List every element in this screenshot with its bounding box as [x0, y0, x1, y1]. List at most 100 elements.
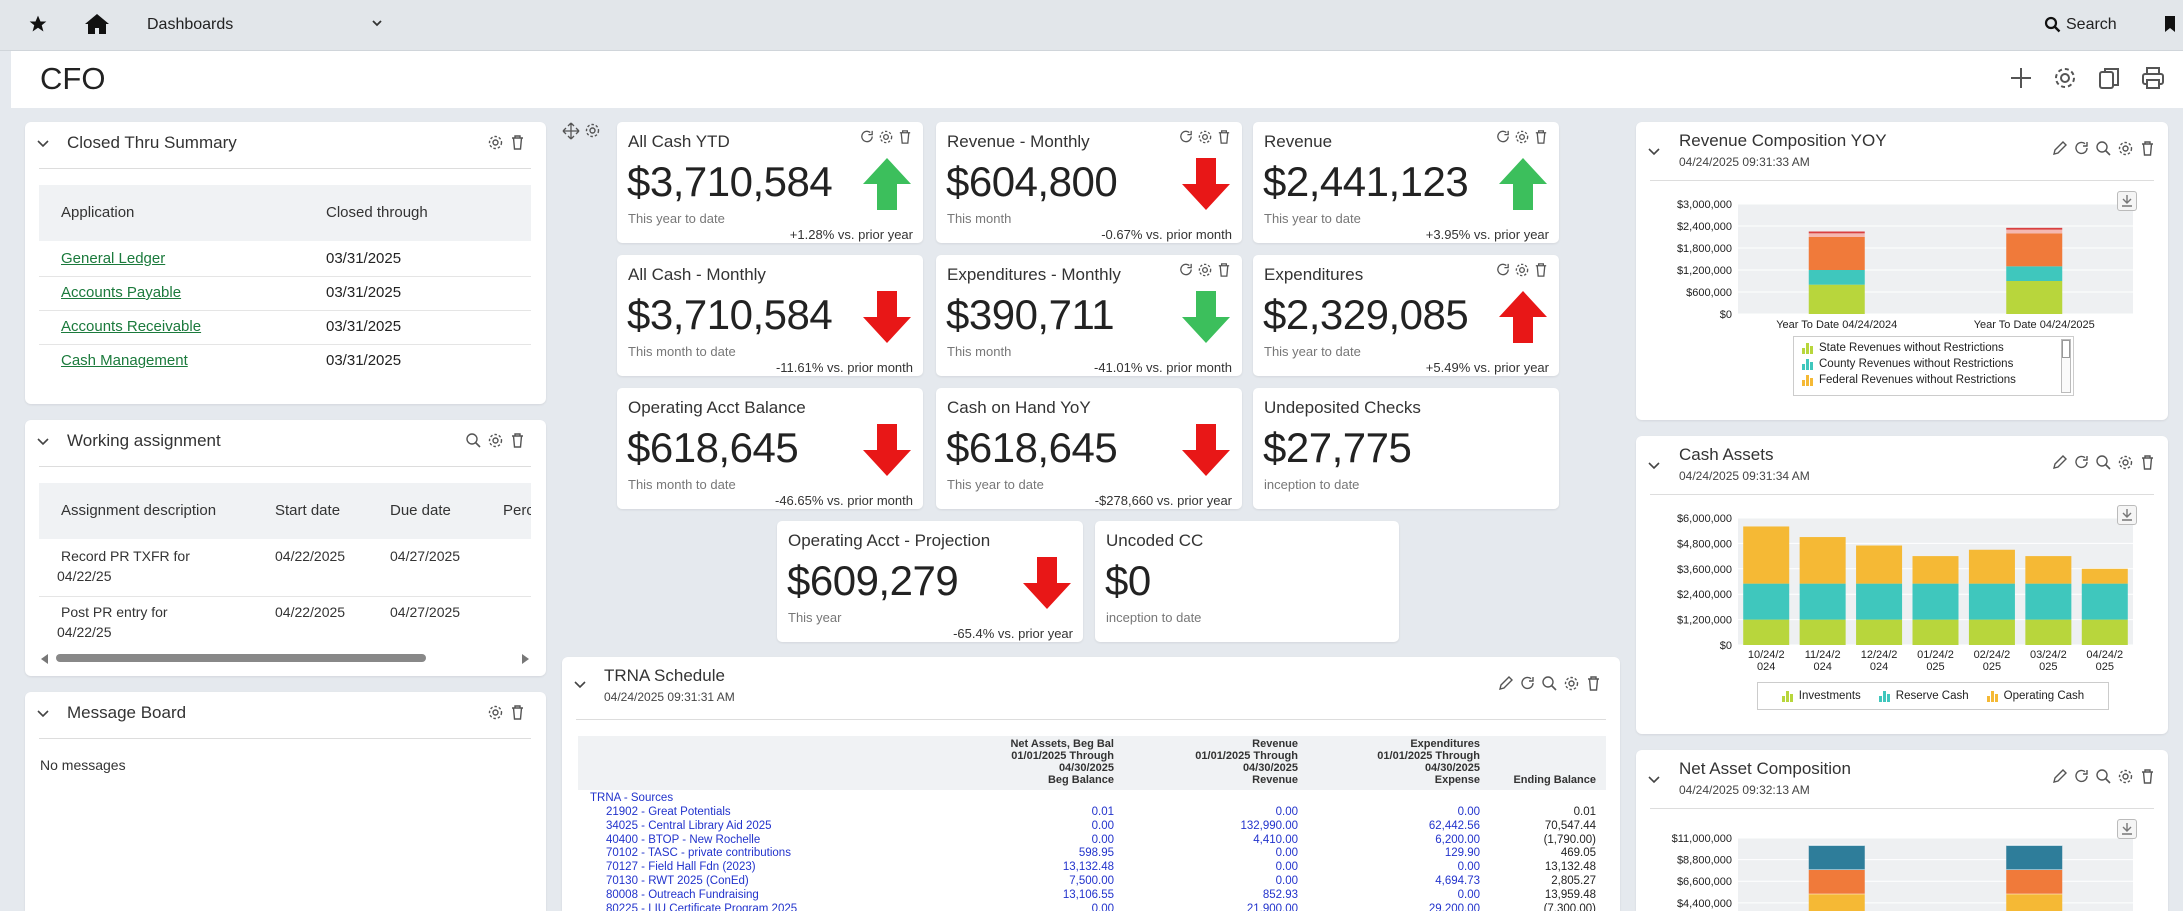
- bar-segment[interactable]: [1856, 583, 1903, 620]
- download-icon[interactable]: [2117, 505, 2137, 525]
- report-row-label[interactable]: 80008 - Outreach Fundraising: [606, 889, 759, 901]
- search-icon[interactable]: [2095, 768, 2112, 785]
- collapse-chevron-icon[interactable]: [573, 677, 589, 693]
- bar-segment[interactable]: [1808, 845, 1865, 870]
- legend-item[interactable]: State Revenues without Restrictions: [1802, 342, 2065, 354]
- bar-segment[interactable]: [1799, 583, 1846, 620]
- legend-scrollbar[interactable]: [2061, 339, 2071, 393]
- gear-icon[interactable]: [487, 704, 504, 721]
- kpi-card[interactable]: Cash on Hand YoY $618,645 This year to dat…: [936, 388, 1242, 509]
- gear-icon[interactable]: [1563, 675, 1580, 692]
- refresh-icon[interactable]: [1178, 129, 1194, 150]
- legend-item[interactable]: Reserve Cash: [1878, 690, 1969, 702]
- trash-icon[interactable]: [509, 432, 526, 449]
- gear-icon[interactable]: [487, 134, 504, 151]
- bar-segment[interactable]: [1808, 284, 1865, 314]
- legend-item[interactable]: Federal Revenues without Restrictions: [1802, 374, 2065, 386]
- collapse-chevron-icon[interactable]: [36, 136, 52, 152]
- scrollbar-thumb[interactable]: [56, 654, 426, 662]
- link-accounts-receivable[interactable]: Accounts Receivable: [61, 318, 201, 335]
- bar-segment[interactable]: [1968, 619, 2015, 645]
- bar-segment[interactable]: [2006, 229, 2063, 234]
- legend-item[interactable]: Operating Cash: [1986, 690, 2084, 702]
- pencil-icon[interactable]: [2051, 140, 2068, 157]
- collapse-chevron-icon[interactable]: [1647, 458, 1663, 474]
- kpi-card[interactable]: Undeposited Checks $27,775 inception to da…: [1253, 388, 1559, 509]
- gear-icon[interactable]: [584, 122, 601, 144]
- refresh-icon[interactable]: [2073, 454, 2090, 471]
- home-icon[interactable]: [84, 12, 110, 41]
- add-icon[interactable]: [2008, 65, 2036, 93]
- legend-item[interactable]: Investments: [1781, 690, 1861, 702]
- bar-segment[interactable]: [2006, 233, 2063, 267]
- trash-icon[interactable]: [2139, 768, 2156, 785]
- search-icon[interactable]: [2095, 454, 2112, 471]
- trash-icon[interactable]: [1533, 129, 1549, 150]
- trash-icon[interactable]: [509, 704, 526, 721]
- trash-icon[interactable]: [509, 134, 526, 151]
- trash-icon[interactable]: [1216, 129, 1232, 150]
- bar-segment[interactable]: [1808, 237, 1865, 270]
- bar-segment[interactable]: [2025, 556, 2072, 584]
- gear-icon[interactable]: [487, 432, 504, 449]
- trash-icon[interactable]: [2139, 454, 2156, 471]
- trash-icon[interactable]: [897, 129, 913, 150]
- gear-icon[interactable]: [1197, 129, 1213, 150]
- search-icon[interactable]: [2095, 140, 2112, 157]
- trash-icon[interactable]: [2139, 140, 2156, 157]
- refresh-icon[interactable]: [1495, 129, 1511, 150]
- bar-segment[interactable]: [2006, 893, 2063, 911]
- collapse-chevron-icon[interactable]: [1647, 772, 1663, 788]
- copy-icon[interactable]: [2096, 65, 2124, 93]
- link-general-ledger[interactable]: General Ledger: [61, 250, 165, 267]
- collapse-chevron-icon[interactable]: [36, 434, 52, 450]
- bar-segment[interactable]: [2025, 583, 2072, 620]
- bar-segment[interactable]: [1808, 270, 1865, 285]
- kpi-card[interactable]: Operating Acct - Projection $609,279 This …: [777, 521, 1083, 642]
- kpi-card[interactable]: Revenue - Monthly $604,800 This month -0.67…: [936, 122, 1242, 243]
- bar-segment[interactable]: [2081, 583, 2128, 620]
- report-row-label[interactable]: 34025 - Central Library Aid 2025: [606, 820, 772, 832]
- refresh-icon[interactable]: [2073, 140, 2090, 157]
- report-row-label[interactable]: 70130 - RWT 2025 (ConEd): [606, 875, 749, 887]
- trash-icon[interactable]: [1216, 262, 1232, 283]
- scroll-left-icon[interactable]: [41, 654, 48, 664]
- bar-segment[interactable]: [1808, 233, 1865, 237]
- report-row-label[interactable]: 70102 - TASC - private contributions: [606, 847, 791, 859]
- gear-icon[interactable]: [2117, 140, 2134, 157]
- bar-segment[interactable]: [1968, 583, 2015, 620]
- report-row-label[interactable]: 70127 - Field Hall Fdn (2023): [606, 861, 756, 873]
- collapse-chevron-icon[interactable]: [1647, 144, 1663, 160]
- pencil-icon[interactable]: [2051, 454, 2068, 471]
- bar-segment[interactable]: [1856, 619, 1903, 645]
- kpi-card[interactable]: All Cash YTD $3,710,584 This year to date +…: [617, 122, 923, 243]
- bar-segment[interactable]: [2081, 619, 2128, 645]
- bar-segment[interactable]: [1808, 869, 1865, 894]
- bar-segment[interactable]: [1856, 545, 1903, 584]
- print-icon[interactable]: [2140, 65, 2168, 93]
- favorites-star-icon[interactable]: [28, 14, 48, 39]
- trash-icon[interactable]: [1585, 675, 1602, 692]
- report-row-label[interactable]: 40400 - BTOP - New Rochelle: [606, 834, 760, 846]
- bar-segment[interactable]: [1968, 549, 2015, 584]
- link-cash-management[interactable]: Cash Management: [61, 352, 188, 369]
- gear-icon[interactable]: [2117, 454, 2134, 471]
- refresh-icon[interactable]: [859, 129, 875, 150]
- bar-segment[interactable]: [1912, 556, 1959, 584]
- gear-icon[interactable]: [1197, 262, 1213, 283]
- download-icon[interactable]: [2117, 819, 2137, 839]
- gear-icon[interactable]: [2117, 768, 2134, 785]
- bookmark-icon[interactable]: [2164, 15, 2176, 38]
- kpi-card[interactable]: All Cash - Monthly $3,710,584 This month t…: [617, 255, 923, 376]
- table-row[interactable]: Post PR entry for 04/22/25 04/22/2025 04…: [39, 602, 531, 654]
- gear-icon[interactable]: [1514, 262, 1530, 283]
- refresh-icon[interactable]: [1495, 262, 1511, 283]
- bar-segment[interactable]: [2025, 619, 2072, 645]
- move-icon[interactable]: [562, 122, 580, 145]
- pencil-icon[interactable]: [2051, 768, 2068, 785]
- kpi-card[interactable]: Expenditures - Monthly $390,711 This month…: [936, 255, 1242, 376]
- report-row-label[interactable]: 80225 - LIU Certificate Program 2025: [606, 903, 797, 911]
- table-row[interactable]: Record PR TXFR for 04/22/25 04/22/2025 0…: [39, 546, 531, 598]
- legend-item[interactable]: County Revenues without Restrictions: [1802, 358, 2065, 370]
- bar-segment[interactable]: [1743, 619, 1790, 645]
